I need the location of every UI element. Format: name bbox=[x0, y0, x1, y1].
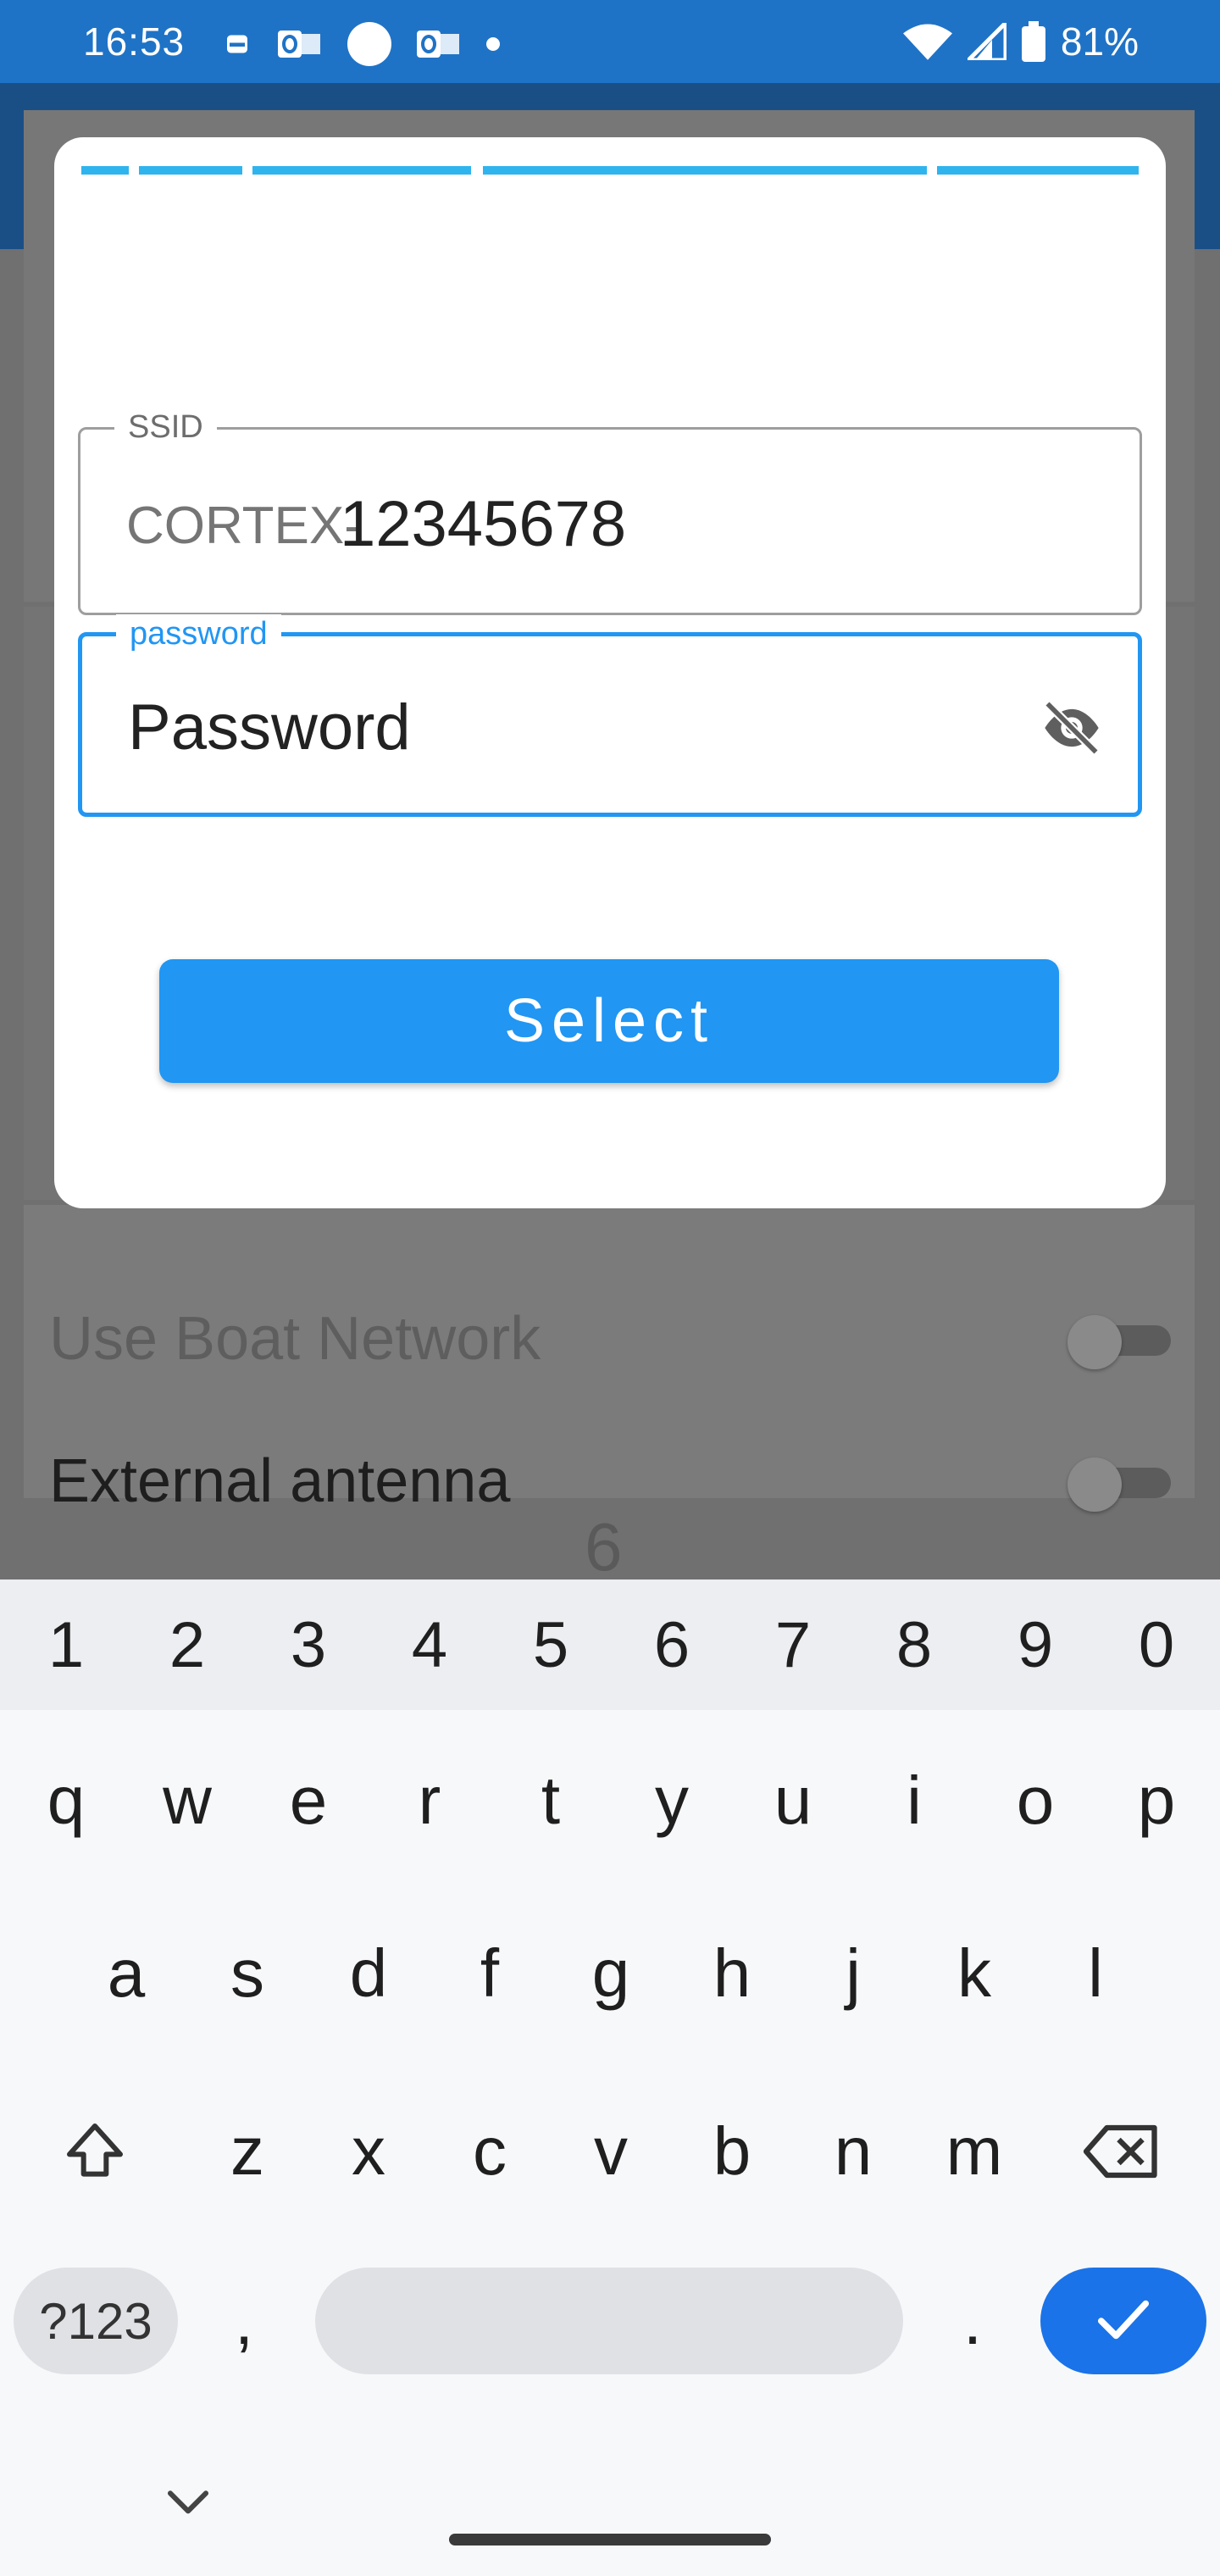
key-6[interactable]: 6 bbox=[612, 1579, 732, 1710]
progress-indicator bbox=[81, 166, 1139, 175]
key-q[interactable]: q bbox=[6, 1720, 126, 1881]
key-t[interactable]: t bbox=[491, 1720, 611, 1881]
password-label: password bbox=[116, 614, 281, 653]
key-a[interactable]: a bbox=[66, 1893, 186, 2054]
key-8[interactable]: 8 bbox=[854, 1579, 974, 1710]
key-i[interactable]: i bbox=[854, 1720, 974, 1881]
setting-label: Use Boat Network bbox=[49, 1305, 541, 1373]
key-g[interactable]: g bbox=[551, 1893, 671, 2054]
key-2[interactable]: 2 bbox=[127, 1579, 247, 1710]
settings-panel: Use Boat Network External antenna bbox=[24, 1205, 1195, 1515]
shift-key[interactable] bbox=[36, 2071, 154, 2232]
key-v[interactable]: v bbox=[551, 2071, 671, 2232]
status-time: 16:53 bbox=[83, 19, 186, 64]
key-s[interactable]: s bbox=[187, 1893, 308, 2054]
key-w[interactable]: w bbox=[127, 1720, 247, 1881]
backspace-key[interactable] bbox=[1062, 2071, 1181, 2232]
key-b[interactable]: b bbox=[672, 2071, 792, 2232]
key-e[interactable]: e bbox=[248, 1720, 369, 1881]
ssid-label: SSID bbox=[114, 408, 217, 447]
key-5[interactable]: 5 bbox=[491, 1579, 611, 1710]
soft-keyboard: 1 2 3 4 5 6 7 8 9 0 q w e r t y u i o p … bbox=[0, 1579, 1220, 2576]
key-h[interactable]: h bbox=[672, 1893, 792, 2054]
ssid-prefix: CORTEX- bbox=[126, 497, 362, 555]
setting-row-boat-network[interactable]: Use Boat Network bbox=[49, 1288, 1171, 1390]
progress-segment bbox=[81, 166, 129, 175]
select-button[interactable]: Select bbox=[159, 959, 1059, 1083]
key-f[interactable]: f bbox=[430, 1893, 550, 2054]
progress-segment bbox=[937, 166, 1139, 175]
visibility-off-icon[interactable] bbox=[1036, 696, 1107, 760]
key-p[interactable]: p bbox=[1096, 1720, 1217, 1881]
key-r[interactable]: r bbox=[369, 1720, 490, 1881]
key-u[interactable]: u bbox=[733, 1720, 853, 1881]
circle-icon bbox=[347, 22, 391, 66]
key-m[interactable]: m bbox=[914, 2071, 1034, 2232]
gesture-navigation-bar[interactable] bbox=[449, 2534, 771, 2545]
shift-icon bbox=[67, 2124, 123, 2177]
key-7[interactable]: 7 bbox=[733, 1579, 853, 1710]
key-0[interactable]: 0 bbox=[1096, 1579, 1217, 1710]
key-1[interactable]: 1 bbox=[6, 1579, 126, 1710]
symbols-key[interactable]: ?123 bbox=[14, 2268, 178, 2374]
outlook-icon bbox=[417, 31, 459, 58]
progress-segment bbox=[252, 166, 471, 175]
battery-icon bbox=[1021, 21, 1045, 62]
comma-key[interactable]: , bbox=[197, 2268, 291, 2374]
key-l[interactable]: l bbox=[1035, 1893, 1156, 2054]
sim-card-icon bbox=[227, 35, 247, 53]
key-4[interactable]: 4 bbox=[369, 1579, 490, 1710]
key-k[interactable]: k bbox=[914, 1893, 1034, 2054]
progress-segment bbox=[483, 166, 927, 175]
key-j[interactable]: j bbox=[793, 1893, 913, 2054]
enter-key[interactable] bbox=[1040, 2268, 1206, 2374]
external-antenna-toggle[interactable] bbox=[1068, 1457, 1171, 1512]
password-value[interactable]: Password bbox=[128, 691, 411, 764]
wifi-dialog: SSID CORTEX- 12345678 password Password … bbox=[54, 137, 1166, 1208]
check-icon bbox=[1097, 2300, 1150, 2340]
password-field[interactable]: password Password bbox=[78, 614, 1142, 817]
notification-icons bbox=[222, 22, 500, 66]
key-n[interactable]: n bbox=[793, 2071, 913, 2232]
key-o[interactable]: o bbox=[975, 1720, 1095, 1881]
chevron-down-icon[interactable] bbox=[164, 2486, 212, 2520]
status-bar: 16:53 81% bbox=[0, 0, 1220, 83]
key-d[interactable]: d bbox=[308, 1893, 429, 2054]
number-row: 1 2 3 4 5 6 7 8 9 0 bbox=[0, 1579, 1220, 1710]
progress-segment bbox=[139, 166, 242, 175]
key-y[interactable]: y bbox=[612, 1720, 732, 1881]
ssid-value[interactable]: 12345678 bbox=[340, 487, 626, 561]
ssid-field[interactable]: SSID CORTEX- 12345678 bbox=[78, 408, 1142, 615]
status-right: 81% bbox=[902, 19, 1139, 64]
boat-network-toggle[interactable] bbox=[1068, 1315, 1171, 1369]
key-9[interactable]: 9 bbox=[975, 1579, 1095, 1710]
space-key[interactable] bbox=[315, 2268, 903, 2374]
key-x[interactable]: x bbox=[308, 2071, 429, 2232]
background-digit: 6 bbox=[585, 1509, 623, 1585]
battery-level: 81% bbox=[1060, 19, 1139, 64]
signal-icon bbox=[967, 23, 1006, 60]
setting-label: External antenna bbox=[49, 1447, 511, 1515]
dot-icon bbox=[486, 37, 500, 51]
period-key[interactable]: . bbox=[925, 2268, 1020, 2374]
key-3[interactable]: 3 bbox=[248, 1579, 369, 1710]
wifi-icon bbox=[902, 24, 952, 60]
key-c[interactable]: c bbox=[430, 2071, 550, 2232]
backspace-icon bbox=[1083, 2124, 1157, 2179]
outlook-icon bbox=[278, 31, 320, 58]
key-z[interactable]: z bbox=[187, 2071, 308, 2232]
